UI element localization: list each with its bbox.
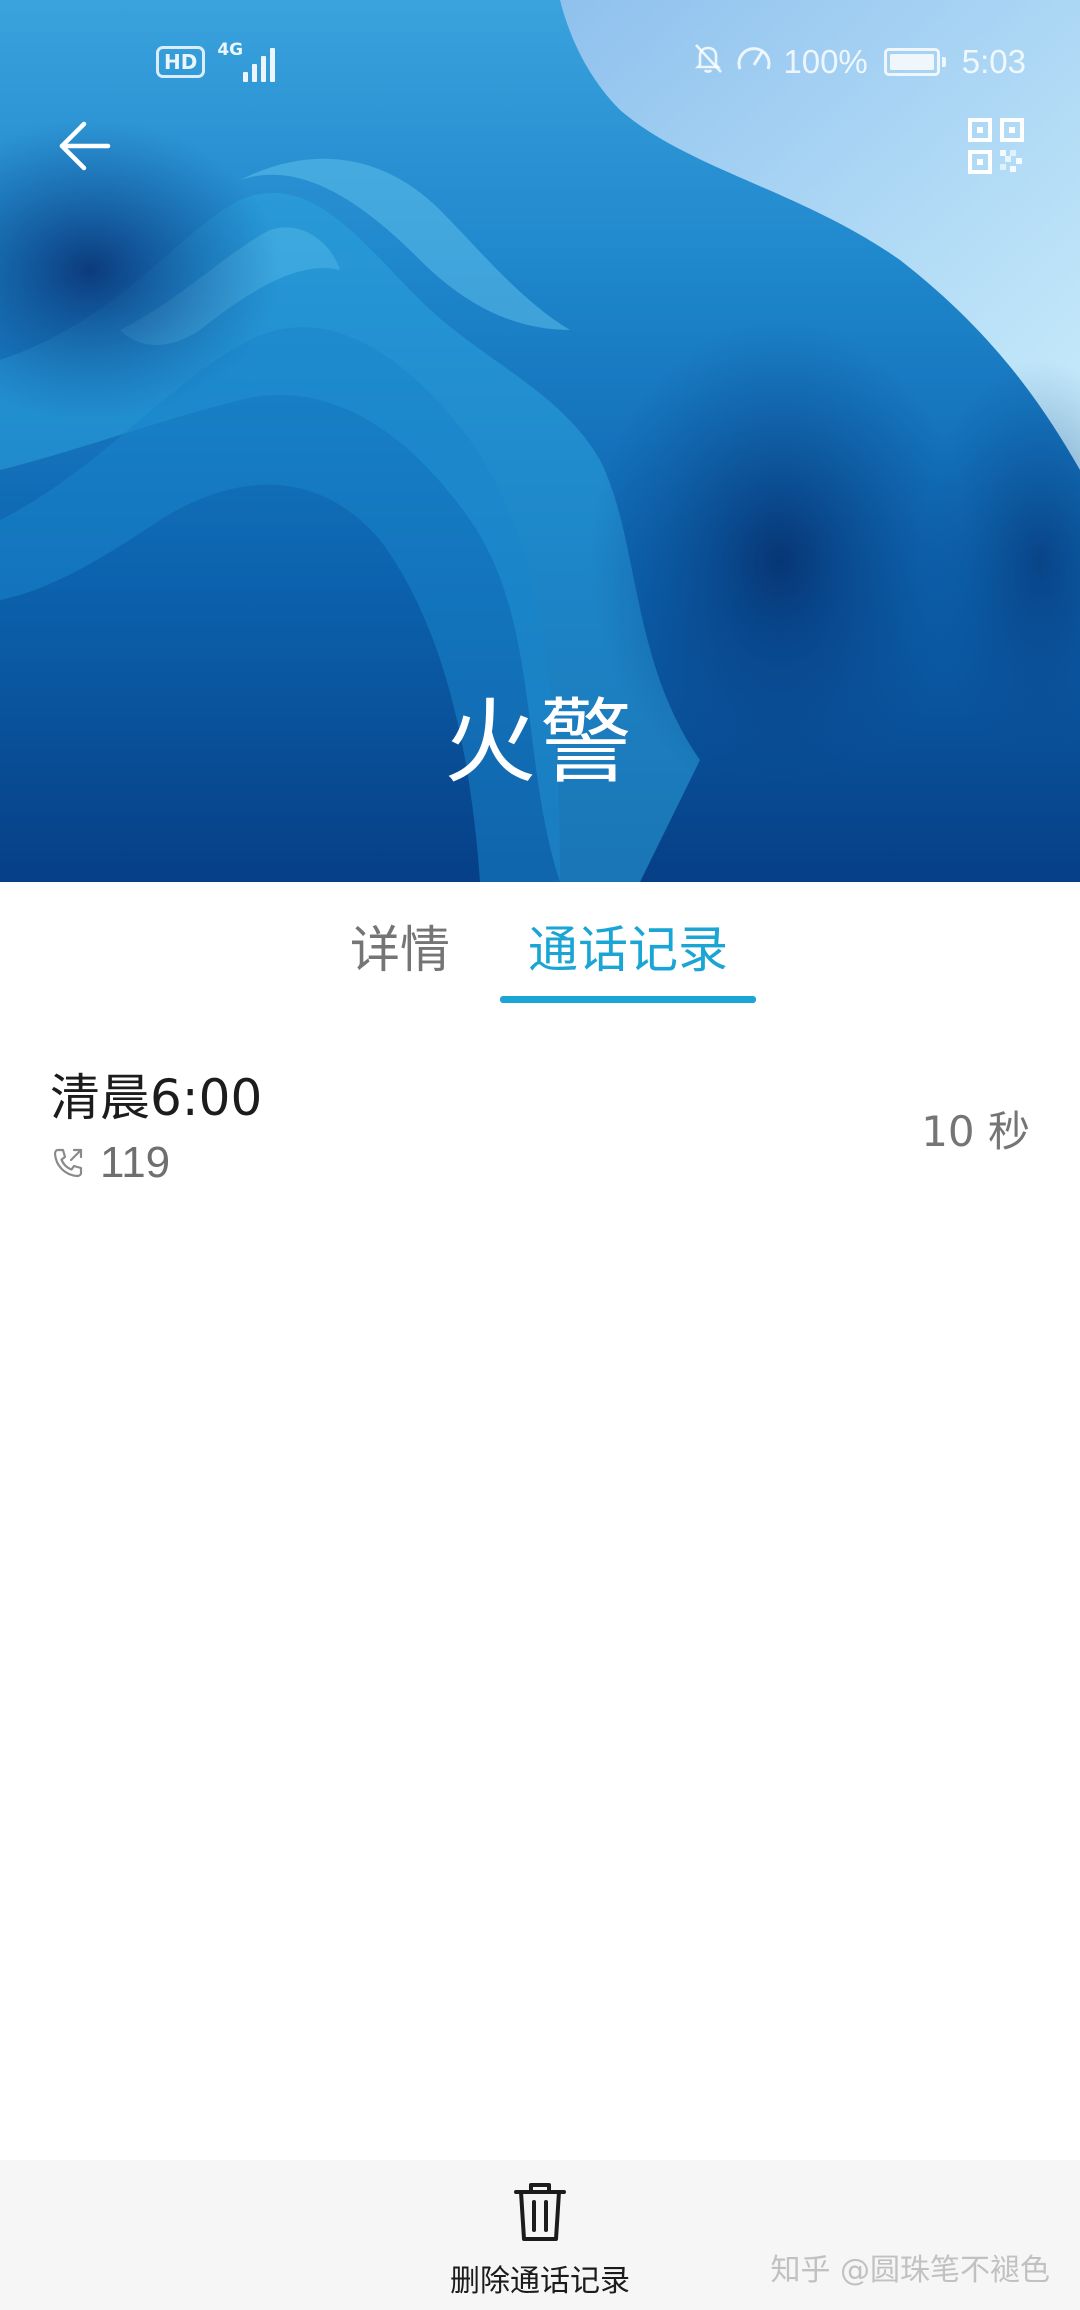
- clock: 5:03: [961, 43, 1026, 80]
- bottom-action-bar: 删除通话记录 知乎 @圆珠笔不褪色: [0, 2160, 1080, 2310]
- watermark: 知乎 @圆珠笔不褪色: [770, 2253, 1050, 2288]
- tab-details[interactable]: 详情: [330, 882, 470, 1010]
- battery-percent: 100%: [783, 43, 868, 80]
- status-right: 100% 5:03: [691, 40, 1026, 84]
- outgoing-call-icon: [53, 1148, 83, 1178]
- back-button[interactable]: [44, 106, 124, 186]
- call-number: 119: [100, 1138, 171, 1187]
- call-duration: 10 秒: [921, 1107, 1030, 1156]
- contact-name: 火警: [443, 689, 636, 796]
- qr-code-button[interactable]: [956, 106, 1036, 186]
- tab-bar: 详情 通话记录: [0, 882, 1080, 1010]
- hd-badge: HD: [156, 46, 206, 78]
- call-time: 清晨6:00: [50, 1069, 263, 1127]
- delete-call-log-button[interactable]: 删除通话记录: [420, 2160, 660, 2310]
- battery-icon: [883, 48, 946, 76]
- arrow-left-icon: [59, 121, 111, 171]
- call-number-line: 119: [50, 1138, 170, 1188]
- tab-call-log[interactable]: 通话记录: [500, 882, 756, 1010]
- speed-gauge-icon: [735, 41, 773, 83]
- status-left: HD 4G: [156, 40, 281, 84]
- delete-call-log-label: 删除通话记录: [450, 2264, 630, 2299]
- call-log-item[interactable]: 清晨6:00 119 10 秒: [0, 1030, 1080, 1230]
- mute-bell-icon: [691, 41, 725, 83]
- active-tab-indicator: [500, 996, 756, 1003]
- qr-code-icon: [968, 118, 1024, 174]
- trash-icon: [514, 2183, 566, 2241]
- header-banner: HD 4G 100% 5:03 火警: [0, 0, 1080, 882]
- signal-icon: 4G: [217, 40, 281, 82]
- status-bar: HD 4G 100% 5:03: [0, 0, 1080, 124]
- contact-detail-screen: HD 4G 100% 5:03 火警 详情 通话记录 清晨6:00 119 10…: [0, 0, 1080, 2310]
